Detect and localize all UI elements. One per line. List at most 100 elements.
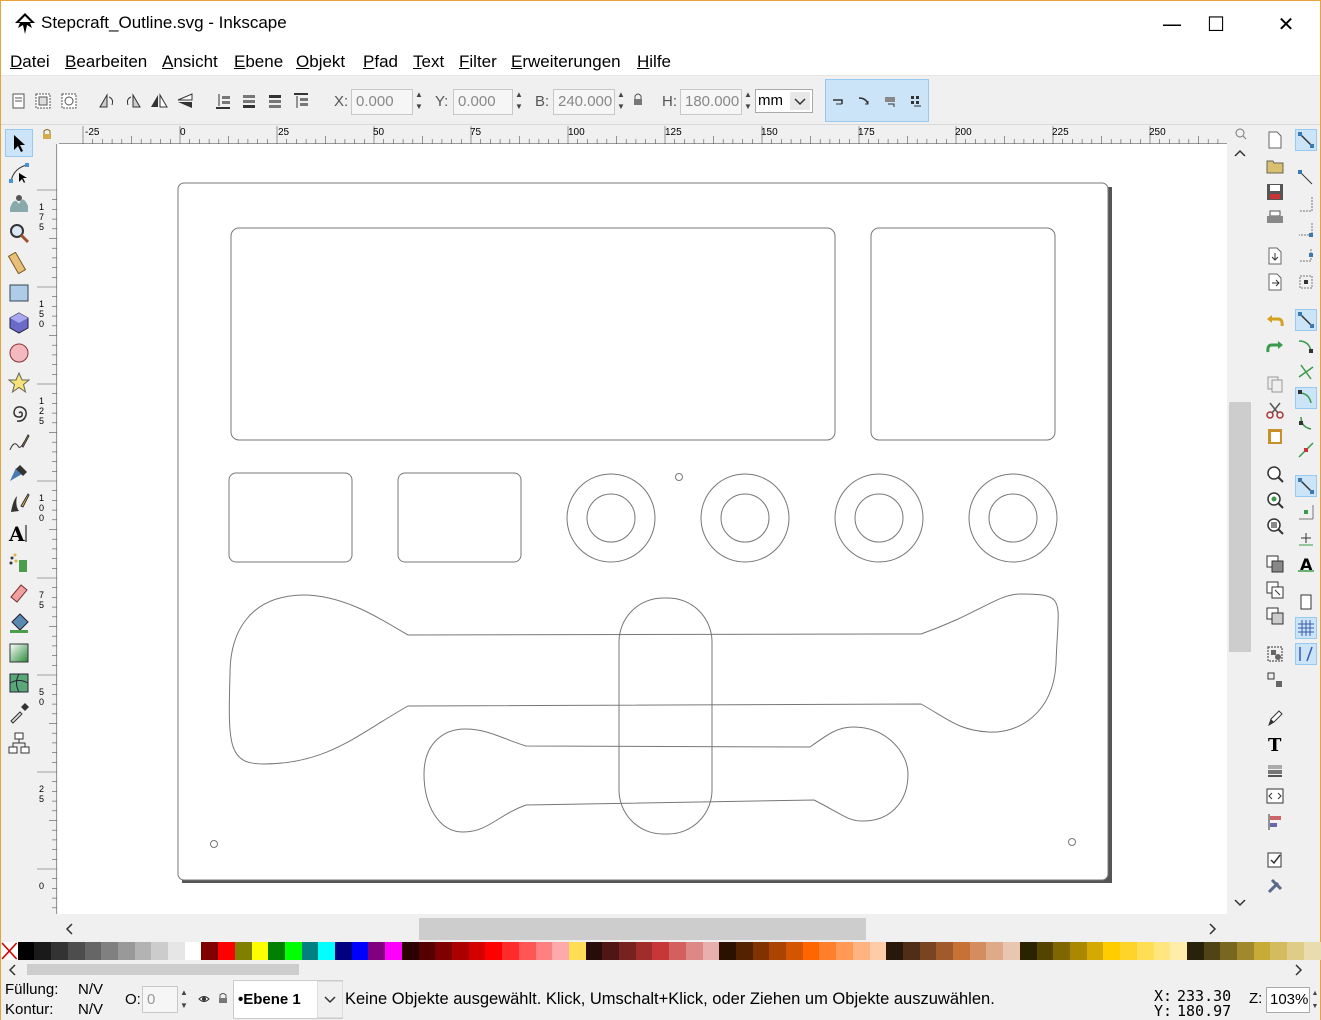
color-swatch[interactable] — [802, 942, 820, 960]
palette-scroll-right-icon[interactable] — [1294, 964, 1304, 976]
snap-cusp-icon[interactable] — [1295, 387, 1317, 409]
color-swatch[interactable] — [819, 942, 837, 960]
snap-rotation-center-icon[interactable] — [1295, 527, 1317, 549]
color-swatch[interactable] — [268, 942, 285, 960]
layer-select[interactable]: •Ebene 1 — [233, 980, 343, 1019]
color-swatch[interactable] — [335, 942, 352, 960]
vertical-scroll-thumb[interactable] — [1229, 402, 1251, 652]
color-swatch[interactable] — [1253, 942, 1271, 960]
menu-text[interactable]: Text — [413, 52, 444, 72]
scroll-left-icon[interactable] — [64, 922, 74, 936]
color-swatch[interactable] — [284, 942, 302, 960]
scroll-down-icon[interactable] — [1233, 898, 1247, 908]
paint-bucket-tool[interactable] — [5, 609, 33, 637]
lower-to-bottom-icon[interactable] — [213, 91, 233, 111]
unit-select[interactable]: mm — [755, 89, 813, 113]
menu-datei[interactable]: Datei — [10, 52, 50, 72]
color-swatch[interactable] — [17, 942, 35, 960]
paste-icon[interactable] — [1264, 425, 1286, 447]
snap-nodes-icon[interactable] — [1295, 309, 1317, 331]
preferences-icon[interactable] — [1264, 849, 1286, 871]
color-swatch[interactable] — [1270, 942, 1288, 960]
horizontal-scroll-thumb[interactable] — [419, 918, 866, 940]
color-swatch[interactable] — [735, 942, 753, 960]
select-all-layers-icon[interactable] — [33, 91, 53, 111]
opacity-input[interactable]: 0 — [142, 986, 178, 1013]
lower-icon[interactable] — [239, 91, 259, 111]
snap-intersection-icon[interactable] — [1295, 361, 1317, 383]
color-swatch[interactable] — [1220, 942, 1238, 960]
zoom-drawing-icon[interactable] — [1264, 489, 1286, 511]
snap-guide-icon[interactable] — [1295, 643, 1317, 665]
color-swatch[interactable] — [101, 942, 118, 960]
measure-tool[interactable] — [5, 249, 33, 277]
color-swatch[interactable] — [385, 942, 402, 960]
new-document-icon[interactable] — [1264, 129, 1286, 151]
rotate-ccw-icon[interactable] — [97, 91, 117, 111]
color-swatch[interactable] — [535, 942, 553, 960]
color-swatch[interactable] — [752, 942, 770, 960]
palette-scroll-left-icon[interactable] — [7, 964, 17, 976]
color-swatch[interactable] — [251, 942, 269, 960]
y-input[interactable]: 0.000 — [453, 89, 513, 115]
menu-ansicht[interactable]: Ansicht — [162, 52, 218, 72]
flip-horizontal-icon[interactable] — [149, 91, 169, 111]
color-swatch[interactable] — [201, 942, 219, 960]
color-swatch[interactable] — [652, 942, 670, 960]
color-swatch[interactable] — [502, 942, 519, 960]
align-distribute-icon[interactable] — [1264, 811, 1286, 833]
color-swatch[interactable] — [836, 942, 853, 960]
color-swatch[interactable] — [919, 942, 937, 960]
flip-vertical-icon[interactable] — [175, 91, 195, 111]
color-swatch[interactable] — [786, 942, 803, 960]
raise-icon[interactable] — [265, 91, 285, 111]
eye-icon[interactable] — [198, 993, 210, 1005]
move-patterns-icon[interactable] — [908, 92, 926, 110]
color-swatch[interactable] — [84, 942, 102, 960]
zoom-selection-icon[interactable] — [1264, 463, 1286, 485]
snap-grid-icon[interactable] — [1295, 617, 1317, 639]
color-swatch[interactable] — [1186, 942, 1204, 960]
snap-bbox-edge-icon[interactable] — [1295, 193, 1317, 215]
color-swatch[interactable] — [34, 942, 52, 960]
color-swatch[interactable] — [518, 942, 536, 960]
open-file-icon[interactable] — [1264, 155, 1286, 177]
undo-icon[interactable] — [1264, 309, 1286, 331]
tweak-tool[interactable] — [5, 189, 33, 217]
menu-hilfe[interactable]: Hilfe — [637, 52, 671, 72]
cut-icon[interactable] — [1264, 399, 1286, 421]
color-swatch[interactable] — [585, 942, 603, 960]
scroll-right-icon[interactable] — [1208, 922, 1218, 936]
color-swatch[interactable] — [769, 942, 787, 960]
snap-bbox-icon[interactable] — [1295, 167, 1317, 189]
color-swatch[interactable] — [418, 942, 436, 960]
color-swatch[interactable] — [969, 942, 987, 960]
selector-tool[interactable] — [5, 129, 33, 157]
menu-filter[interactable]: Filter — [459, 52, 497, 72]
deselect-icon[interactable] — [59, 91, 79, 111]
vertical-ruler[interactable]: 175 150 125 100 75 50 25 0 — [37, 144, 57, 957]
menu-objekt[interactable]: Objekt — [296, 52, 345, 72]
group-icon[interactable] — [1264, 643, 1286, 665]
horizontal-scrollbar[interactable] — [58, 914, 1227, 942]
palette-scroll-thumb[interactable] — [27, 964, 299, 975]
height-input[interactable]: 180.000 — [680, 89, 742, 115]
color-swatch[interactable] — [1303, 942, 1321, 960]
eraser-tool[interactable] — [5, 579, 33, 607]
color-swatch[interactable] — [435, 942, 452, 960]
star-tool[interactable] — [5, 369, 33, 397]
x-input[interactable]: 0.000 — [351, 89, 413, 115]
color-swatch[interactable] — [869, 942, 887, 960]
lock-icon[interactable] — [631, 92, 645, 108]
color-swatch[interactable] — [168, 942, 185, 960]
color-swatch[interactable] — [635, 942, 653, 960]
color-swatch[interactable] — [1036, 942, 1054, 960]
color-swatch[interactable] — [51, 942, 68, 960]
color-swatch[interactable] — [1053, 942, 1070, 960]
scale-corners-icon[interactable] — [856, 92, 874, 110]
color-swatch[interactable] — [669, 942, 686, 960]
color-swatch[interactable] — [1170, 942, 1187, 960]
xml-editor-icon[interactable] — [1264, 785, 1286, 807]
zoom-stepper[interactable]: ▲ ▼ — [1310, 987, 1320, 1013]
maximize-button[interactable]: ☐ — [1193, 1, 1239, 46]
